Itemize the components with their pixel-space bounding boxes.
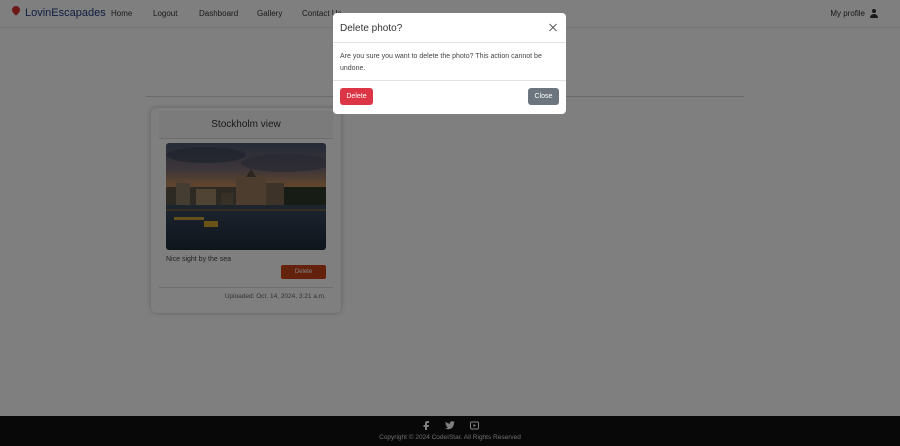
modal-footer-divider	[333, 80, 566, 81]
delete-photo-modal: Delete photo? Are you sure you want to d…	[333, 13, 566, 114]
modal-body-text: Are you sure you want to delete the phot…	[340, 53, 542, 72]
modal-header: Delete photo?	[333, 13, 566, 43]
confirm-delete-button[interactable]: Delete	[340, 88, 373, 105]
close-icon[interactable]	[546, 21, 560, 35]
modal-close-button[interactable]: Close	[528, 88, 559, 105]
modal-title: Delete photo?	[340, 23, 403, 34]
